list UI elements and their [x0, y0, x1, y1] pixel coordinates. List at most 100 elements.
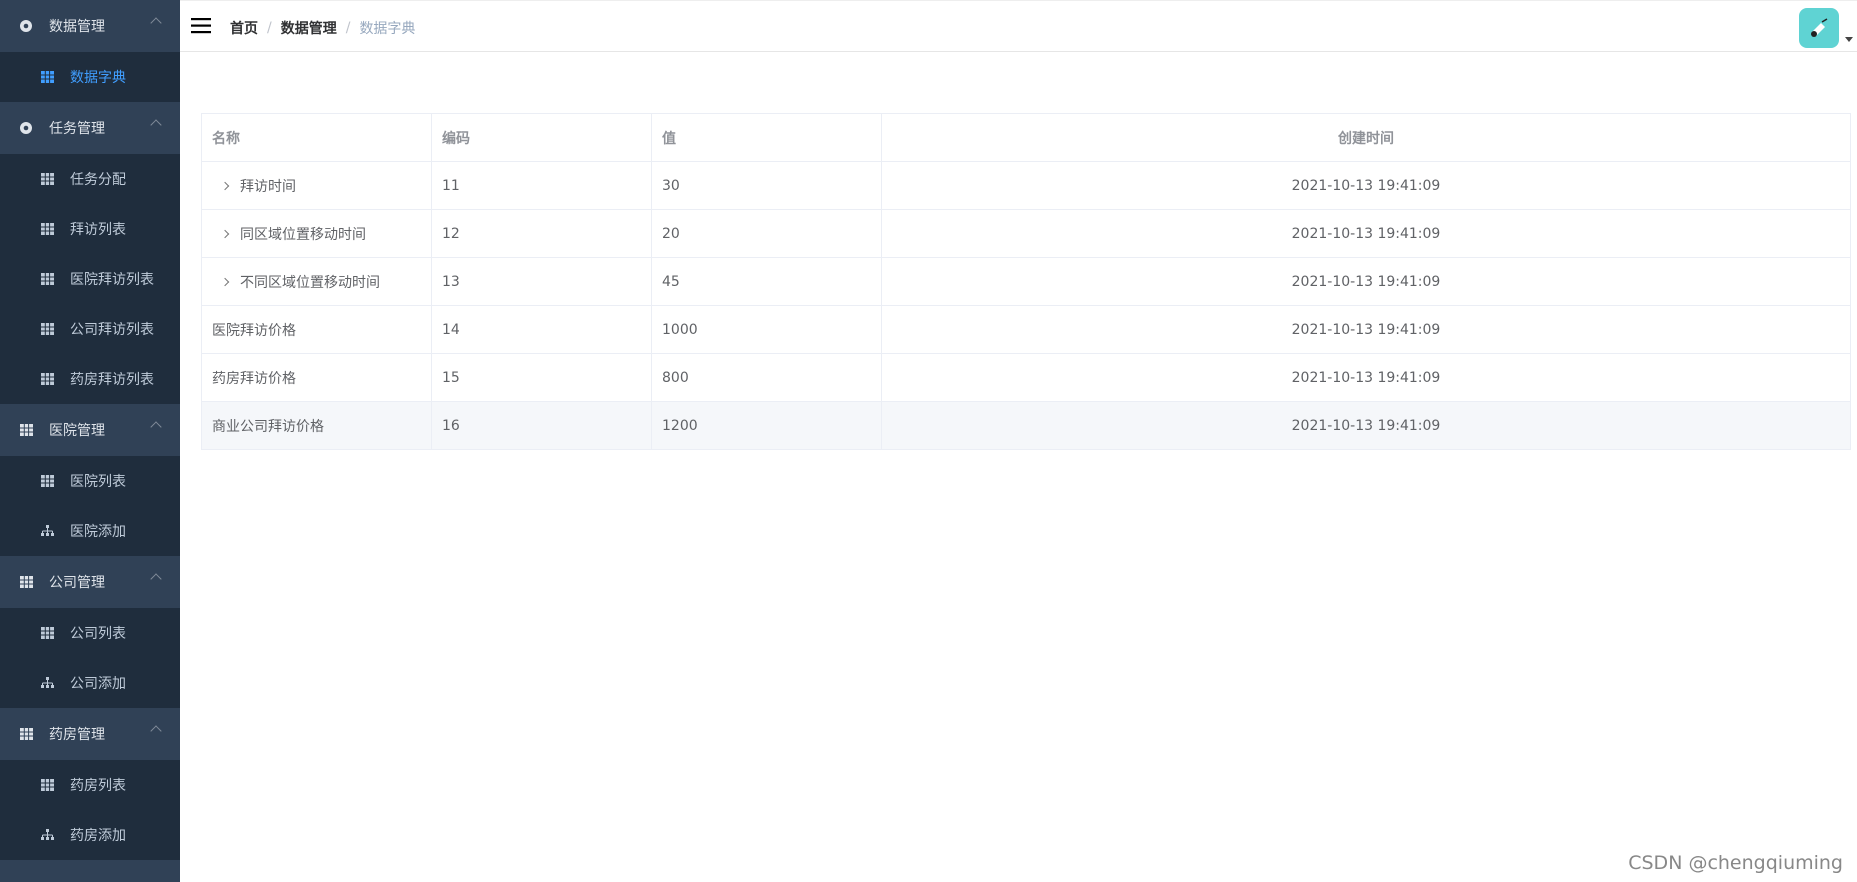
sidebar-item-label: 任务分配 — [70, 172, 126, 188]
breadcrumb: 首页 / 数据管理 / 数据字典 — [230, 18, 415, 38]
breadcrumb-current: 数据字典 — [359, 21, 416, 37]
cell-name: 药房拜访价格 — [202, 354, 432, 401]
table-icon — [40, 626, 54, 640]
hamburger-menu-icon[interactable] — [190, 15, 212, 37]
column-header-created-time: 创建时间 — [1338, 130, 1394, 147]
cell-code: 16 — [432, 402, 652, 449]
table-header-row: 名称 编码 值 创建时间 — [202, 114, 1850, 162]
table-icon — [40, 778, 54, 792]
sidebar-item-task-assign[interactable]: 任务分配 — [0, 154, 180, 204]
cell-name: 同区域位置移动时间 — [202, 210, 432, 257]
cell-created-time: 2021-10-13 19:41:09 — [1291, 369, 1441, 386]
cell-value: 800 — [652, 354, 882, 401]
menu-group-label: 公司管理 — [49, 575, 105, 591]
cell-name: 不同区域位置移动时间 — [202, 258, 432, 305]
chevron-up-icon — [150, 573, 162, 585]
sidebar-item-label: 药房列表 — [70, 778, 126, 794]
cell-created-time: 2021-10-13 19:41:09 — [1291, 177, 1441, 194]
sidebar-item-company-list[interactable]: 公司列表 — [0, 608, 180, 658]
sidebar-item-label: 公司拜访列表 — [70, 322, 154, 338]
cell-code: 11 — [432, 162, 652, 209]
table-row[interactable]: 医院拜访价格 14 1000 2021-10-13 19:41:09 — [202, 306, 1850, 354]
sidebar-item-data-dictionary[interactable]: 数据字典 — [0, 52, 180, 102]
sidebar-item-hospital-list[interactable]: 医院列表 — [0, 456, 180, 506]
cell-created-time: 2021-10-13 19:41:09 — [1291, 225, 1441, 242]
column-header-name: 名称 — [202, 114, 432, 161]
gear-icon — [18, 120, 34, 136]
table-row[interactable]: 药房拜访价格 15 800 2021-10-13 19:41:09 — [202, 354, 1850, 402]
table-row[interactable]: 商业公司拜访价格 16 1200 2021-10-13 19:41:09 — [202, 402, 1850, 450]
sidebar-item-label: 拜访列表 — [70, 222, 126, 238]
menu-group-task-management[interactable]: 任务管理 — [0, 102, 180, 154]
sidebar-item-pharmacy-add[interactable]: 药房添加 — [0, 810, 180, 860]
cell-code: 14 — [432, 306, 652, 353]
table-icon — [18, 726, 34, 742]
sidebar-item-hospital-visit-list[interactable]: 医院拜访列表 — [0, 254, 180, 304]
sidebar-item-pharmacy-list[interactable]: 药房列表 — [0, 760, 180, 810]
menu-group-label: 医院管理 — [49, 423, 105, 439]
cell-name: 医院拜访价格 — [202, 306, 432, 353]
table-icon — [40, 322, 54, 336]
tree-icon — [40, 676, 54, 690]
gear-icon — [18, 18, 34, 34]
chevron-up-icon — [150, 17, 162, 29]
sidebar-item-company-visit-list[interactable]: 公司拜访列表 — [0, 304, 180, 354]
menu-group-hospital-management[interactable]: 医院管理 — [0, 404, 180, 456]
menu-group-data-management[interactable]: 数据管理 — [0, 0, 180, 52]
breadcrumb-separator: / — [345, 20, 351, 36]
sidebar-item-label: 医院列表 — [70, 474, 126, 490]
table-icon — [40, 372, 54, 386]
table-icon — [40, 272, 54, 286]
tree-icon — [40, 524, 54, 538]
breadcrumb-home[interactable]: 首页 — [230, 18, 258, 38]
chevron-up-icon — [150, 725, 162, 737]
cell-value: 45 — [652, 258, 882, 305]
menu-group-label: 任务管理 — [49, 121, 105, 137]
table-icon — [18, 422, 34, 438]
watermark: CSDN @chengqiuming — [1628, 852, 1843, 874]
sidebar-item-label: 药房添加 — [70, 828, 126, 844]
sidebar-item-visit-list[interactable]: 拜访列表 — [0, 204, 180, 254]
sidebar-item-label: 医院拜访列表 — [70, 272, 154, 288]
chevron-up-icon — [150, 119, 162, 131]
sidebar: 数据管理 数据字典 任务管理 任务分配 拜访列表 医院拜访列表 公司拜访列表 药… — [0, 0, 180, 882]
data-dictionary-table: 名称 编码 值 创建时间 拜访时间 11 30 2021-10-13 19:41… — [201, 113, 1851, 450]
cell-value: 30 — [652, 162, 882, 209]
sidebar-item-label: 药房拜访列表 — [70, 372, 154, 388]
cell-name: 拜访时间 — [202, 162, 432, 209]
cell-name-text: 不同区域位置移动时间 — [240, 274, 380, 291]
table-icon — [40, 222, 54, 236]
cell-value: 20 — [652, 210, 882, 257]
sidebar-item-pharmacy-visit-list[interactable]: 药房拜访列表 — [0, 354, 180, 404]
breadcrumb-data-management[interactable]: 数据管理 — [281, 18, 337, 38]
cell-value: 1200 — [652, 402, 882, 449]
cell-created-time: 2021-10-13 19:41:09 — [1291, 321, 1441, 338]
table-icon — [40, 70, 54, 84]
sidebar-item-label: 医院添加 — [70, 524, 126, 540]
sidebar-item-company-add[interactable]: 公司添加 — [0, 658, 180, 708]
menu-group-pharmacy-management[interactable]: 药房管理 — [0, 708, 180, 760]
breadcrumb-separator: / — [267, 20, 272, 36]
table-row[interactable]: 同区域位置移动时间 12 20 2021-10-13 19:41:09 — [202, 210, 1850, 258]
column-header-code: 编码 — [432, 114, 652, 161]
chevron-up-icon — [150, 421, 162, 433]
tree-icon — [40, 828, 54, 842]
cell-name-text: 拜访时间 — [240, 178, 296, 195]
cell-created-time: 2021-10-13 19:41:09 — [1291, 273, 1441, 290]
menu-group-company-management[interactable]: 公司管理 — [0, 556, 180, 608]
cell-created-time: 2021-10-13 19:41:09 — [1291, 417, 1441, 434]
chevron-right-icon[interactable] — [222, 182, 230, 190]
sidebar-item-label: 数据字典 — [70, 70, 126, 86]
cell-value: 1000 — [652, 306, 882, 353]
sidebar-item-hospital-add[interactable]: 医院添加 — [0, 506, 180, 556]
chevron-right-icon[interactable] — [222, 230, 230, 238]
caret-down-icon[interactable] — [1845, 37, 1853, 42]
menu-group-label: 数据管理 — [49, 19, 105, 35]
avatar[interactable] — [1799, 8, 1839, 48]
table-row[interactable]: 不同区域位置移动时间 13 45 2021-10-13 19:41:09 — [202, 258, 1850, 306]
cell-name-text: 同区域位置移动时间 — [240, 226, 366, 243]
sidebar-item-label: 公司列表 — [70, 626, 126, 642]
chevron-right-icon[interactable] — [222, 278, 230, 286]
sidebar-item-label: 公司添加 — [70, 676, 126, 692]
table-row[interactable]: 拜访时间 11 30 2021-10-13 19:41:09 — [202, 162, 1850, 210]
